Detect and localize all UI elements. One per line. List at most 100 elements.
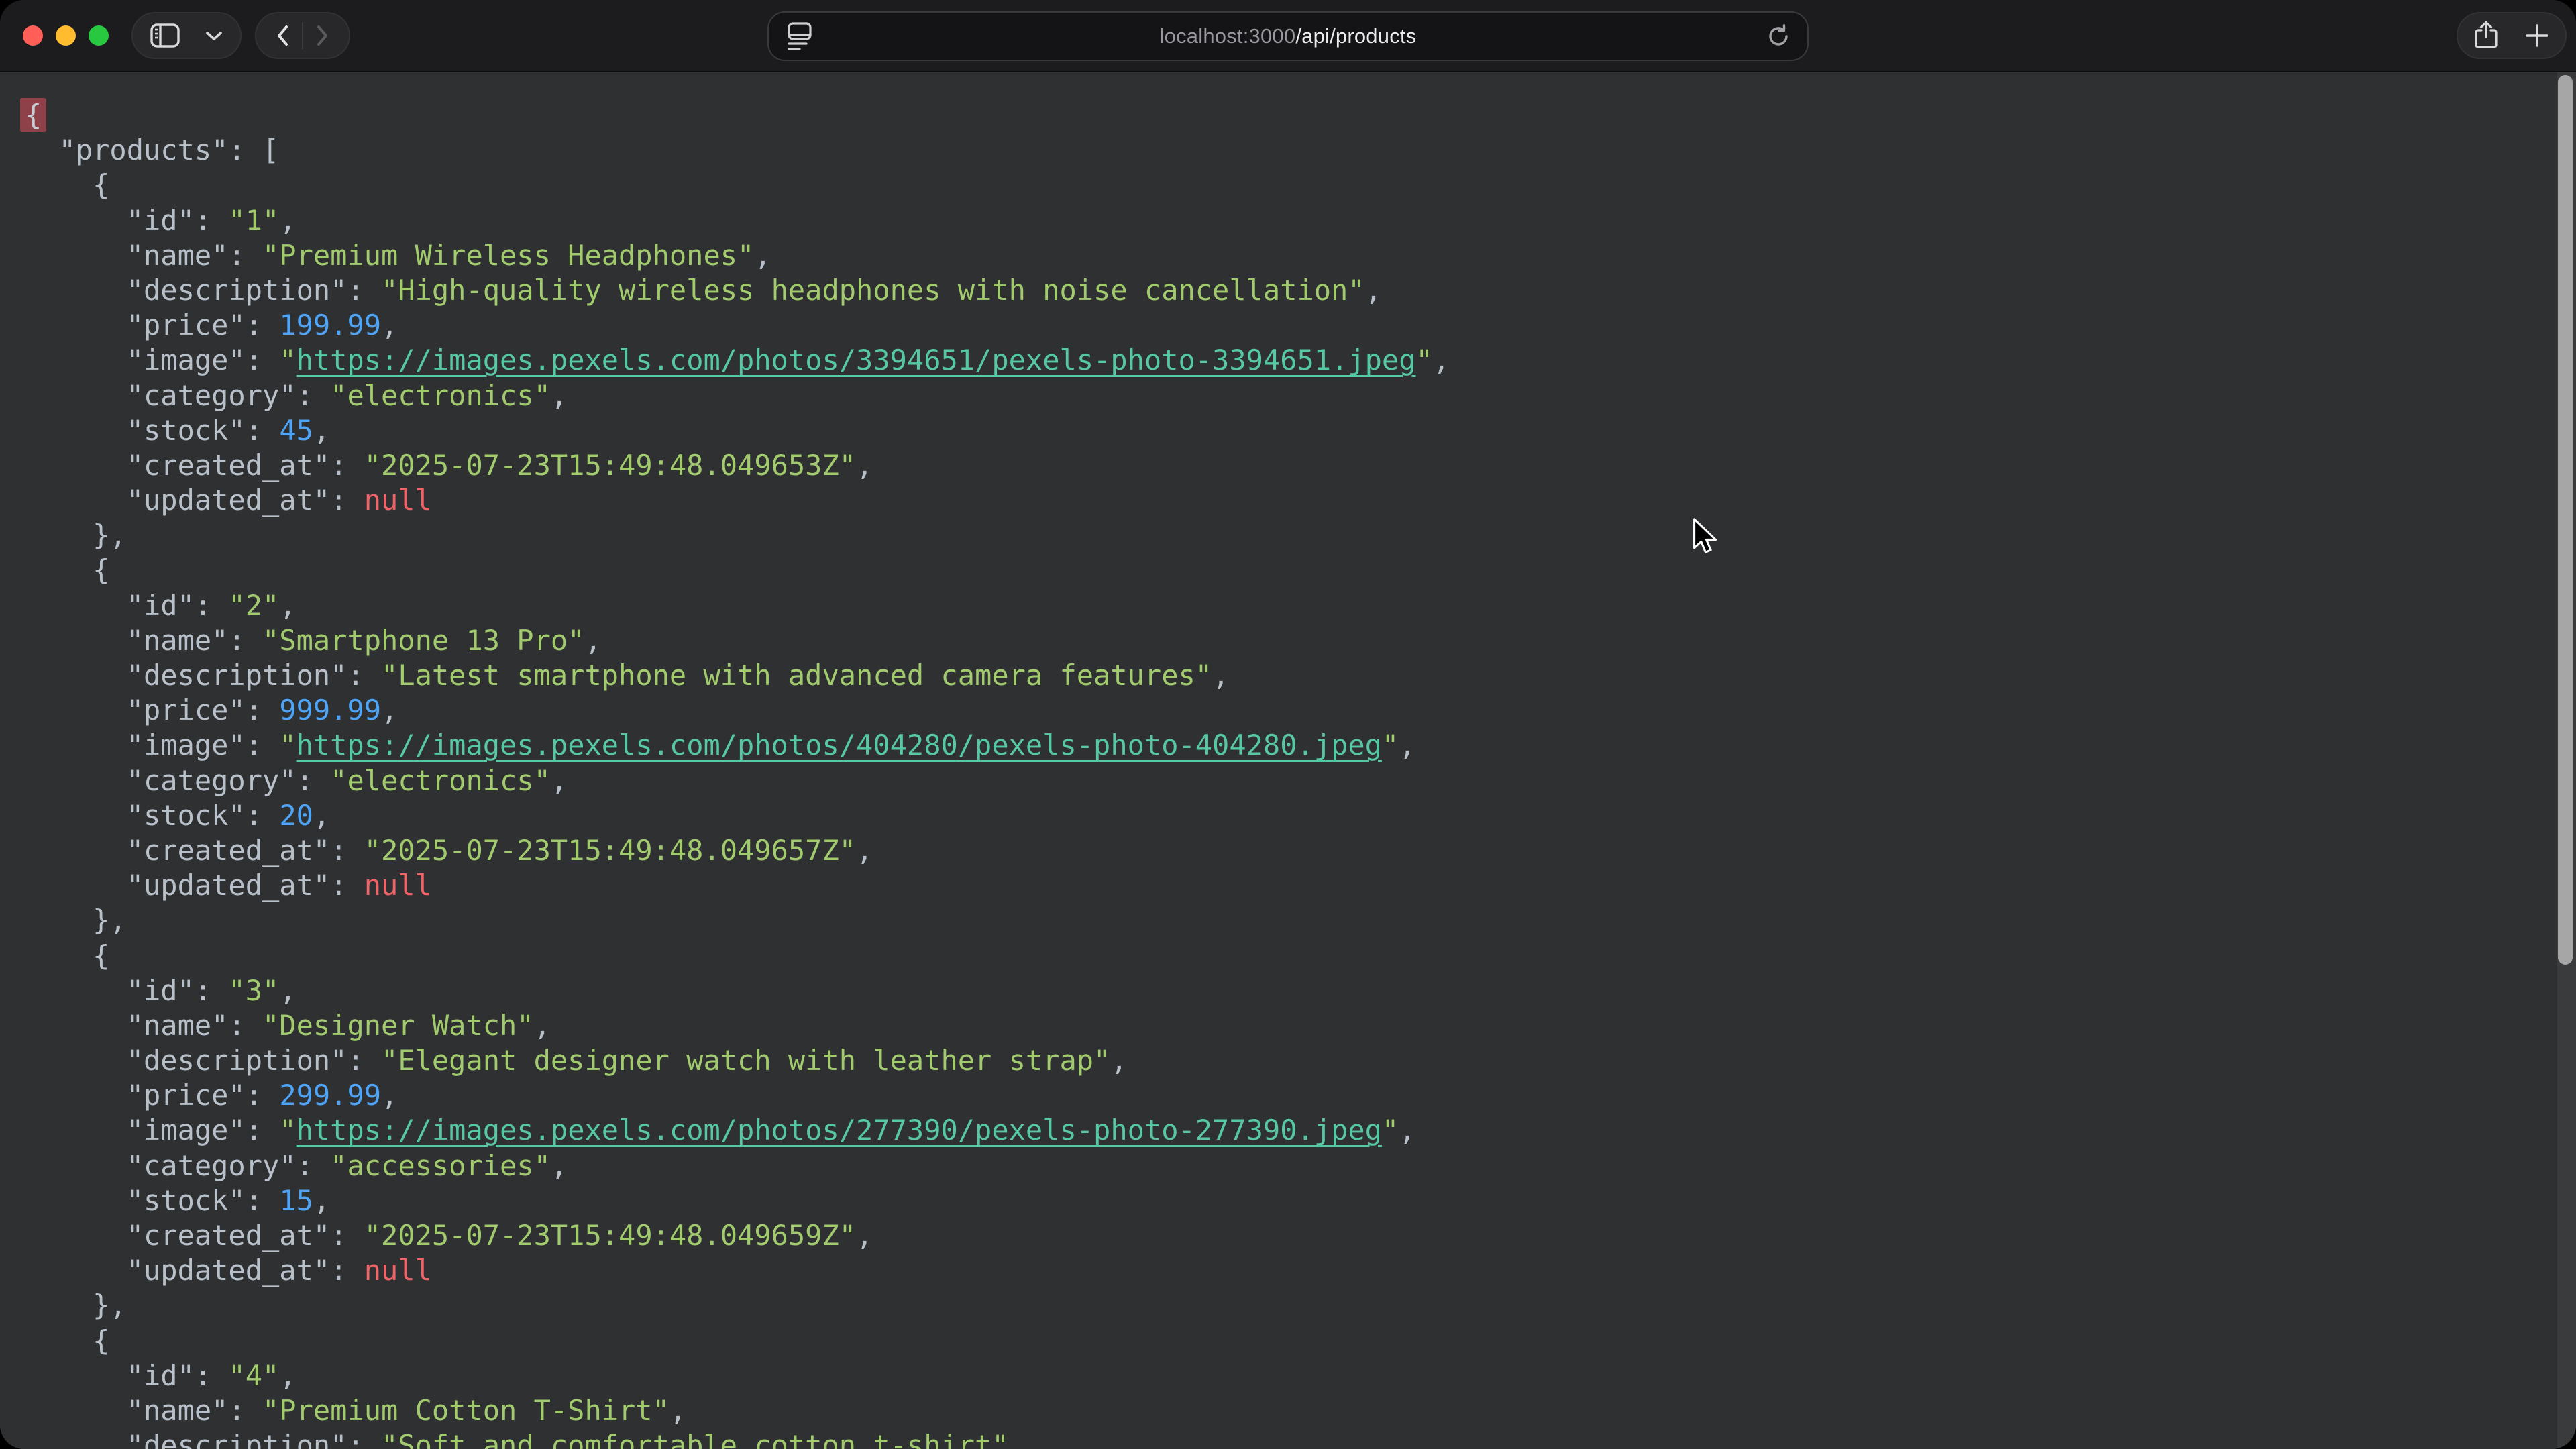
code-line: "image": "https://images.pexels.com/phot… xyxy=(25,728,2549,763)
scrollbar-thumb[interactable] xyxy=(2558,75,2573,965)
token-str: "electronics" xyxy=(330,764,551,797)
address-bar[interactable]: localhost:3000/api/products xyxy=(767,11,1809,61)
code-line: "updated_at": null xyxy=(25,868,2549,903)
code-line: "id": "4", xyxy=(25,1358,2549,1393)
code-line: "stock": 20, xyxy=(25,798,2549,833)
token-str: "Designer Watch" xyxy=(262,1009,534,1042)
token-str: "High-quality wireless headphones with n… xyxy=(381,274,1365,307)
token-punct: : xyxy=(246,1114,280,1146)
chevron-right-icon xyxy=(317,25,329,46)
token-num: 999.99 xyxy=(279,694,381,727)
token-punct: , xyxy=(1399,1114,1415,1146)
code-line: { xyxy=(25,1324,2549,1358)
token-punct xyxy=(25,1394,127,1427)
token-punct xyxy=(25,1219,127,1252)
token-punct: { xyxy=(25,939,109,972)
token-punct: : xyxy=(228,239,262,272)
close-button[interactable] xyxy=(23,25,43,46)
token-str: "2025-07-23T15:49:48.049657Z" xyxy=(364,834,856,867)
json-url-link[interactable]: https://images.pexels.com/photos/3394651… xyxy=(297,343,1416,376)
token-key: "id" xyxy=(127,204,195,237)
token-punct: : [ xyxy=(228,133,279,166)
token-punct xyxy=(25,694,127,727)
zoom-button[interactable] xyxy=(89,25,109,46)
token-punct: : xyxy=(246,1184,280,1217)
code-line: "stock": 15, xyxy=(25,1183,2549,1218)
code-line: "description": "High-quality wireless he… xyxy=(25,273,2549,308)
token-punct: , xyxy=(279,589,296,622)
plus-icon xyxy=(2525,23,2549,48)
token-punct xyxy=(25,974,127,1007)
token-str: "3" xyxy=(228,974,279,1007)
token-punct xyxy=(25,1044,127,1077)
token-punct: : xyxy=(330,484,364,517)
url-text: localhost:3000/api/products xyxy=(1160,24,1417,48)
token-punct: , xyxy=(1365,274,1382,307)
reload-button[interactable] xyxy=(1766,23,1791,49)
sidebar-toggle-button[interactable] xyxy=(150,13,180,58)
code-line: }, xyxy=(25,518,2549,553)
token-punct xyxy=(25,869,127,902)
token-str: "1" xyxy=(228,204,279,237)
page-format-icon[interactable] xyxy=(786,21,813,51)
token-punct: : xyxy=(297,379,331,412)
token-key: "category" xyxy=(127,379,297,412)
share-button[interactable] xyxy=(2474,13,2498,58)
token-punct: : xyxy=(195,974,229,1007)
token-punct: }, xyxy=(25,519,127,551)
new-tab-button[interactable] xyxy=(2525,13,2549,58)
url-path: /api/products xyxy=(1295,24,1416,48)
token-punct xyxy=(25,659,127,692)
token-punct: , xyxy=(754,239,771,272)
token-punct: , xyxy=(856,834,873,867)
token-punct: , xyxy=(856,1219,873,1252)
json-url-link[interactable]: https://images.pexels.com/photos/404280/… xyxy=(297,729,1382,761)
token-punct xyxy=(25,204,127,237)
token-punct: , xyxy=(1110,1044,1127,1077)
tab-group-menu-button[interactable] xyxy=(205,13,223,58)
token-punct: : xyxy=(195,1359,229,1392)
token-num: 15 xyxy=(279,1184,313,1217)
token-key: "description" xyxy=(127,274,347,307)
code-line: "name": "Premium Cotton T-Shirt", xyxy=(25,1393,2549,1428)
token-punct xyxy=(25,799,127,832)
code-line: "id": "3", xyxy=(25,973,2549,1008)
code-line: "products": [ xyxy=(25,133,2549,168)
json-code: { "products": [ { "id": "1", "name": "Pr… xyxy=(0,72,2549,1449)
token-key: "stock" xyxy=(127,799,246,832)
token-punct xyxy=(25,274,127,307)
token-punct xyxy=(25,624,127,657)
token-key: "name" xyxy=(127,624,229,657)
json-url-link[interactable]: https://images.pexels.com/photos/277390/… xyxy=(297,1114,1382,1146)
code-line: "updated_at": null xyxy=(25,1253,2549,1288)
token-punct: }, xyxy=(25,1289,127,1322)
code-line: "created_at": "2025-07-23T15:49:48.04965… xyxy=(25,1218,2549,1253)
forward-button[interactable] xyxy=(303,13,342,58)
code-line: "name": "Smartphone 13 Pro", xyxy=(25,623,2549,658)
token-str: " xyxy=(1416,343,1433,376)
code-line: "stock": 45, xyxy=(25,413,2549,448)
token-key: "updated_at" xyxy=(127,484,330,517)
back-button[interactable] xyxy=(263,13,302,58)
token-key: "price" xyxy=(127,1079,246,1112)
token-key: "description" xyxy=(127,659,347,692)
token-str: "Soft and comfortable cotton t-shirt" xyxy=(381,1429,1009,1449)
token-str: " xyxy=(1382,729,1399,761)
token-punct xyxy=(25,449,127,482)
token-punct: : xyxy=(246,1079,280,1112)
token-punct xyxy=(25,589,127,622)
chevron-down-icon xyxy=(205,30,223,41)
token-key: "id" xyxy=(127,1359,195,1392)
token-key: "stock" xyxy=(127,1184,246,1217)
token-punct: , xyxy=(534,1009,551,1042)
token-punct: { xyxy=(25,1324,109,1357)
token-nul: null xyxy=(364,1254,432,1287)
token-punct xyxy=(25,309,127,341)
token-punct: , xyxy=(551,379,568,412)
share-icon xyxy=(2474,21,2498,50)
token-str: "4" xyxy=(228,1359,279,1392)
token-nul: null xyxy=(364,869,432,902)
minimize-button[interactable] xyxy=(56,25,76,46)
token-key: "id" xyxy=(127,974,195,1007)
json-viewer: { "products": [ { "id": "1", "name": "Pr… xyxy=(0,72,2576,1449)
